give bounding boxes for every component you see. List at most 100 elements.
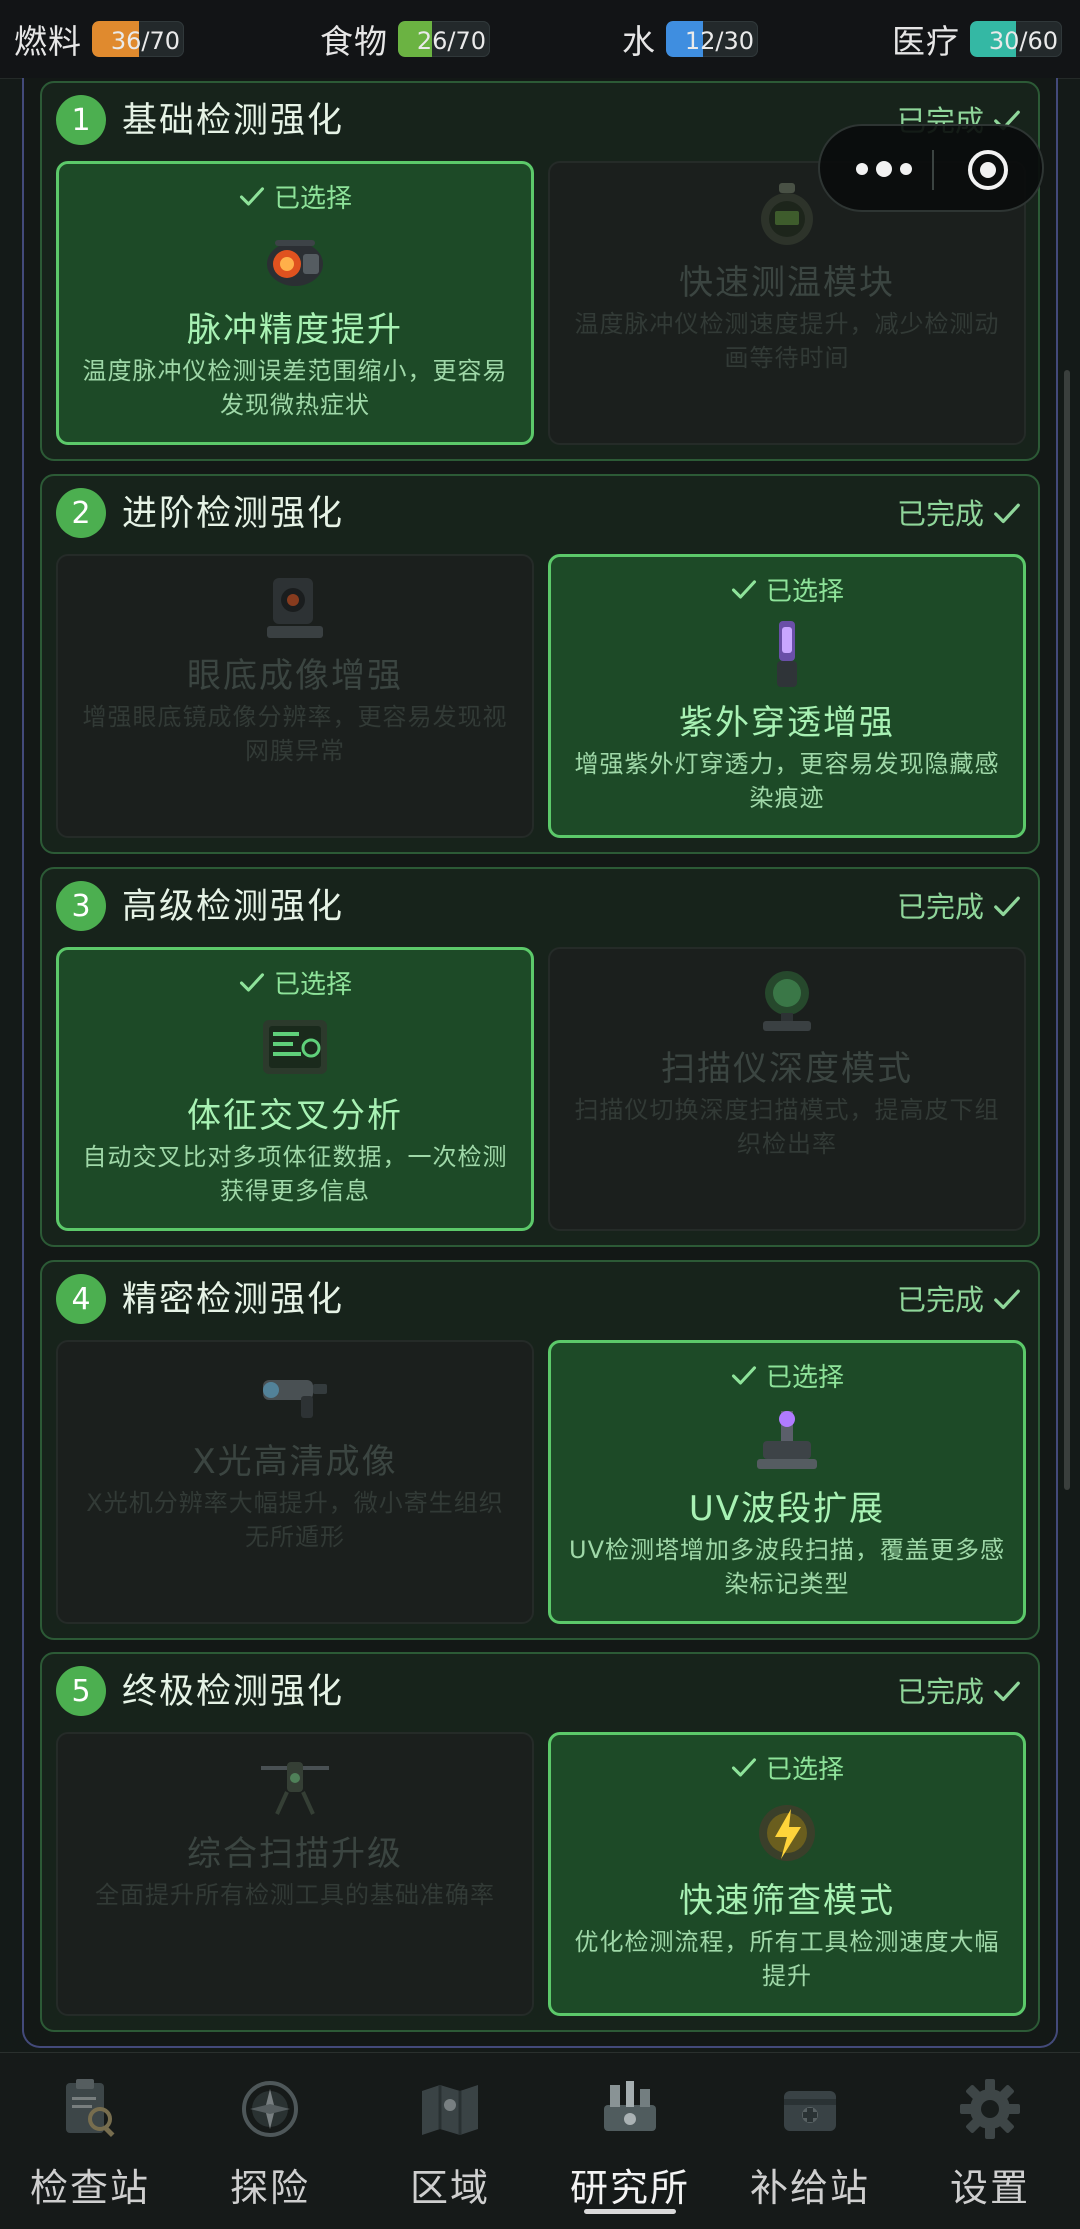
resource-meter: 36/70 — [92, 21, 184, 57]
research-option-card[interactable]: 已选择 脉冲精度提升 温度脉冲仪检测误差范围缩小，更容易发现微热症状 — [56, 161, 534, 445]
nav-label: 探险 — [229, 2166, 310, 2210]
resource-meter: 12/30 — [666, 21, 758, 57]
research-option-card[interactable]: 扫描仪深度模式 扫描仪切换深度扫描模式，提高皮下组织检出率 — [548, 947, 1026, 1231]
option-description: 增强眼底镜成像分辨率，更容易发现视网膜异常 — [82, 703, 508, 765]
resource-value: 36/70 — [110, 27, 180, 55]
research-option-card[interactable]: 已选择 UV波段扩展 UV检测塔增加多波段扫描，覆盖更多感染标记类型 — [548, 1340, 1026, 1624]
tier-status-text: 已完成 — [896, 1283, 984, 1317]
option-name: 眼底成像增强 — [187, 656, 403, 696]
tier-status: 已完成 — [897, 1666, 1022, 1718]
option-name: X光高清成像 — [192, 1442, 398, 1482]
tier-header: 4 精密检测强化 已完成 — [56, 1272, 1022, 1328]
gear-icon — [960, 2079, 1020, 2139]
tier-number-badge: 4 — [56, 1274, 106, 1324]
checkmark-icon — [994, 896, 1020, 917]
drone-scanner-icon — [261, 1762, 329, 1815]
resource-fuel: 燃料 36/70 — [14, 14, 184, 64]
option-description: X光机分辨率大幅提升，微小寄生组织无所遁形 — [86, 1489, 504, 1551]
lab-icon — [604, 2081, 656, 2131]
tier-header: 5 终极检测强化 已完成 — [56, 1664, 1022, 1720]
option-description: 自动交叉比对多项体征数据，一次检测获得更多信息 — [82, 1143, 508, 1205]
selected-label: 已选择 — [765, 577, 844, 607]
scrollbar[interactable] — [1064, 370, 1070, 1490]
tier-number-badge: 5 — [56, 1666, 106, 1716]
checkmark-icon — [239, 186, 265, 206]
tier-header: 2 进阶检测强化 已完成 — [56, 486, 1022, 542]
checkmark-icon — [731, 579, 757, 599]
tier-header: 3 高级检测强化 已完成 — [56, 879, 1022, 935]
tier-status: 已完成 — [897, 1274, 1022, 1326]
checkmark-icon — [994, 503, 1020, 524]
resource-food: 食物 26/70 — [320, 14, 490, 64]
radar-scanner-icon — [763, 971, 811, 1031]
option-name: UV波段扩展 — [688, 1489, 886, 1529]
nav-explore[interactable]: 探险 — [180, 2053, 360, 2229]
pulse-device-icon — [267, 240, 323, 286]
resource-meter: 26/70 — [398, 21, 490, 57]
option-name: 紫外穿透增强 — [679, 703, 895, 743]
more-dots-icon[interactable] — [856, 160, 912, 180]
uv-lamp-icon — [777, 621, 797, 687]
tier-status-text: 已完成 — [896, 1675, 984, 1709]
tier-title: 精密检测强化 — [122, 1280, 345, 1320]
option-description: 温度脉冲仪检测误差范围缩小，更容易发现微热症状 — [82, 357, 508, 419]
nav-lab[interactable]: 研究所 — [540, 2053, 720, 2229]
selected-tag: 已选择 — [551, 1749, 1023, 1786]
checkmark-icon — [731, 1757, 757, 1777]
research-option-card[interactable]: 眼底成像增强增强眼底镜成像分辨率，更容易发现视网膜异常 — [56, 554, 534, 838]
nav-checkpoint[interactable]: 检查站 — [0, 2053, 180, 2229]
nav-label: 设置 — [949, 2166, 1030, 2210]
data-panel-icon — [263, 1020, 327, 1074]
research-option-card[interactable]: X光高清成像 X光机分辨率大幅提升，微小寄生组织无所遁形 — [56, 1340, 534, 1624]
compass-icon — [242, 2081, 298, 2137]
nav-label: 补给站 — [749, 2166, 870, 2210]
resource-value: 26/70 — [416, 27, 486, 55]
lightning-shield-icon — [759, 1805, 815, 1861]
nav-label: 研究所 — [569, 2166, 690, 2210]
capsule-divider — [932, 150, 934, 190]
tier-status-text: 已完成 — [896, 497, 984, 531]
nav-settings[interactable]: 设置 — [900, 2053, 1080, 2229]
tier-title: 终极检测强化 — [122, 1672, 345, 1712]
resource-bar: 燃料 36/70 食物 26/70 水 12/30 医疗 30/60 — [0, 0, 1080, 79]
retina-scanner-icon — [267, 578, 323, 638]
nav-region[interactable]: 区域 — [360, 2053, 540, 2229]
tier-number-badge: 3 — [56, 881, 106, 931]
tier-title: 基础检测强化 — [122, 101, 345, 141]
tier-3: 3 高级检测强化 已完成已选择体征交叉分析自动交叉比对多项体征数据，一次检测获得更多… — [40, 867, 1040, 1247]
option-name: 体征交叉分析 — [187, 1096, 403, 1136]
research-option-card[interactable]: 综合扫描升级 全面提升所有检测工具的基础准确率 — [56, 1732, 534, 2016]
checkmark-icon — [239, 972, 265, 992]
option-description: UV检测塔增加多波段扫描，覆盖更多感染标记类型 — [569, 1536, 1005, 1598]
mini-program-capsule — [818, 124, 1044, 212]
nav-supply[interactable]: 补给站 — [720, 2053, 900, 2229]
research-option-card[interactable]: 已选择 快速筛查模式 优化检测流程，所有工具检测速度大幅提升 — [548, 1732, 1026, 2016]
selected-tag: 已选择 — [59, 178, 531, 215]
selected-label: 已选择 — [765, 1363, 844, 1393]
resource-label: 医疗 — [892, 22, 960, 61]
selected-tag: 已选择 — [551, 571, 1023, 608]
bottom-navigation: 检查站 探险 区域 研究所 补给站 设置 — [0, 2052, 1080, 2229]
clipboard-search-icon — [66, 2079, 115, 2138]
checkmark-icon — [994, 1289, 1020, 1310]
target-circle-icon[interactable] — [966, 148, 1010, 192]
tier-number-badge: 1 — [56, 95, 106, 145]
resource-label: 燃料 — [14, 22, 82, 61]
selected-label: 已选择 — [273, 970, 352, 1000]
option-description: 温度脉冲仪检测速度提升，减少检测动画等待时间 — [574, 310, 1000, 372]
tier-2: 2 进阶检测强化 已完成眼底成像增强增强眼底镜成像分辨率，更容易发现视网膜异常 已选择… — [40, 474, 1040, 854]
resource-label: 食物 — [320, 22, 388, 61]
research-option-card[interactable]: 已选择 紫外穿透增强 增强紫外灯穿透力，更容易发现隐藏感染痕迹 — [548, 554, 1026, 838]
resource-value: 30/60 — [988, 27, 1058, 55]
research-option-card[interactable]: 已选择体征交叉分析自动交叉比对多项体征数据，一次检测获得更多信息 — [56, 947, 534, 1231]
tier-title: 进阶检测强化 — [122, 494, 345, 534]
tier-4: 4 精密检测强化 已完成 X光高清成像 X光机分辨率大幅提升，微小寄生组织无所遁形 已选择… — [40, 1260, 1040, 1640]
selected-tag: 已选择 — [551, 1357, 1023, 1394]
resource-water: 水 12/30 — [622, 14, 758, 64]
tier-number-badge: 2 — [56, 488, 106, 538]
selected-label: 已选择 — [765, 1755, 844, 1785]
option-description: 全面提升所有检测工具的基础准确率 — [95, 1881, 495, 1909]
supply-crate-icon — [784, 2091, 836, 2131]
nav-label: 区域 — [409, 2166, 490, 2210]
resource-label: 水 — [622, 22, 656, 61]
